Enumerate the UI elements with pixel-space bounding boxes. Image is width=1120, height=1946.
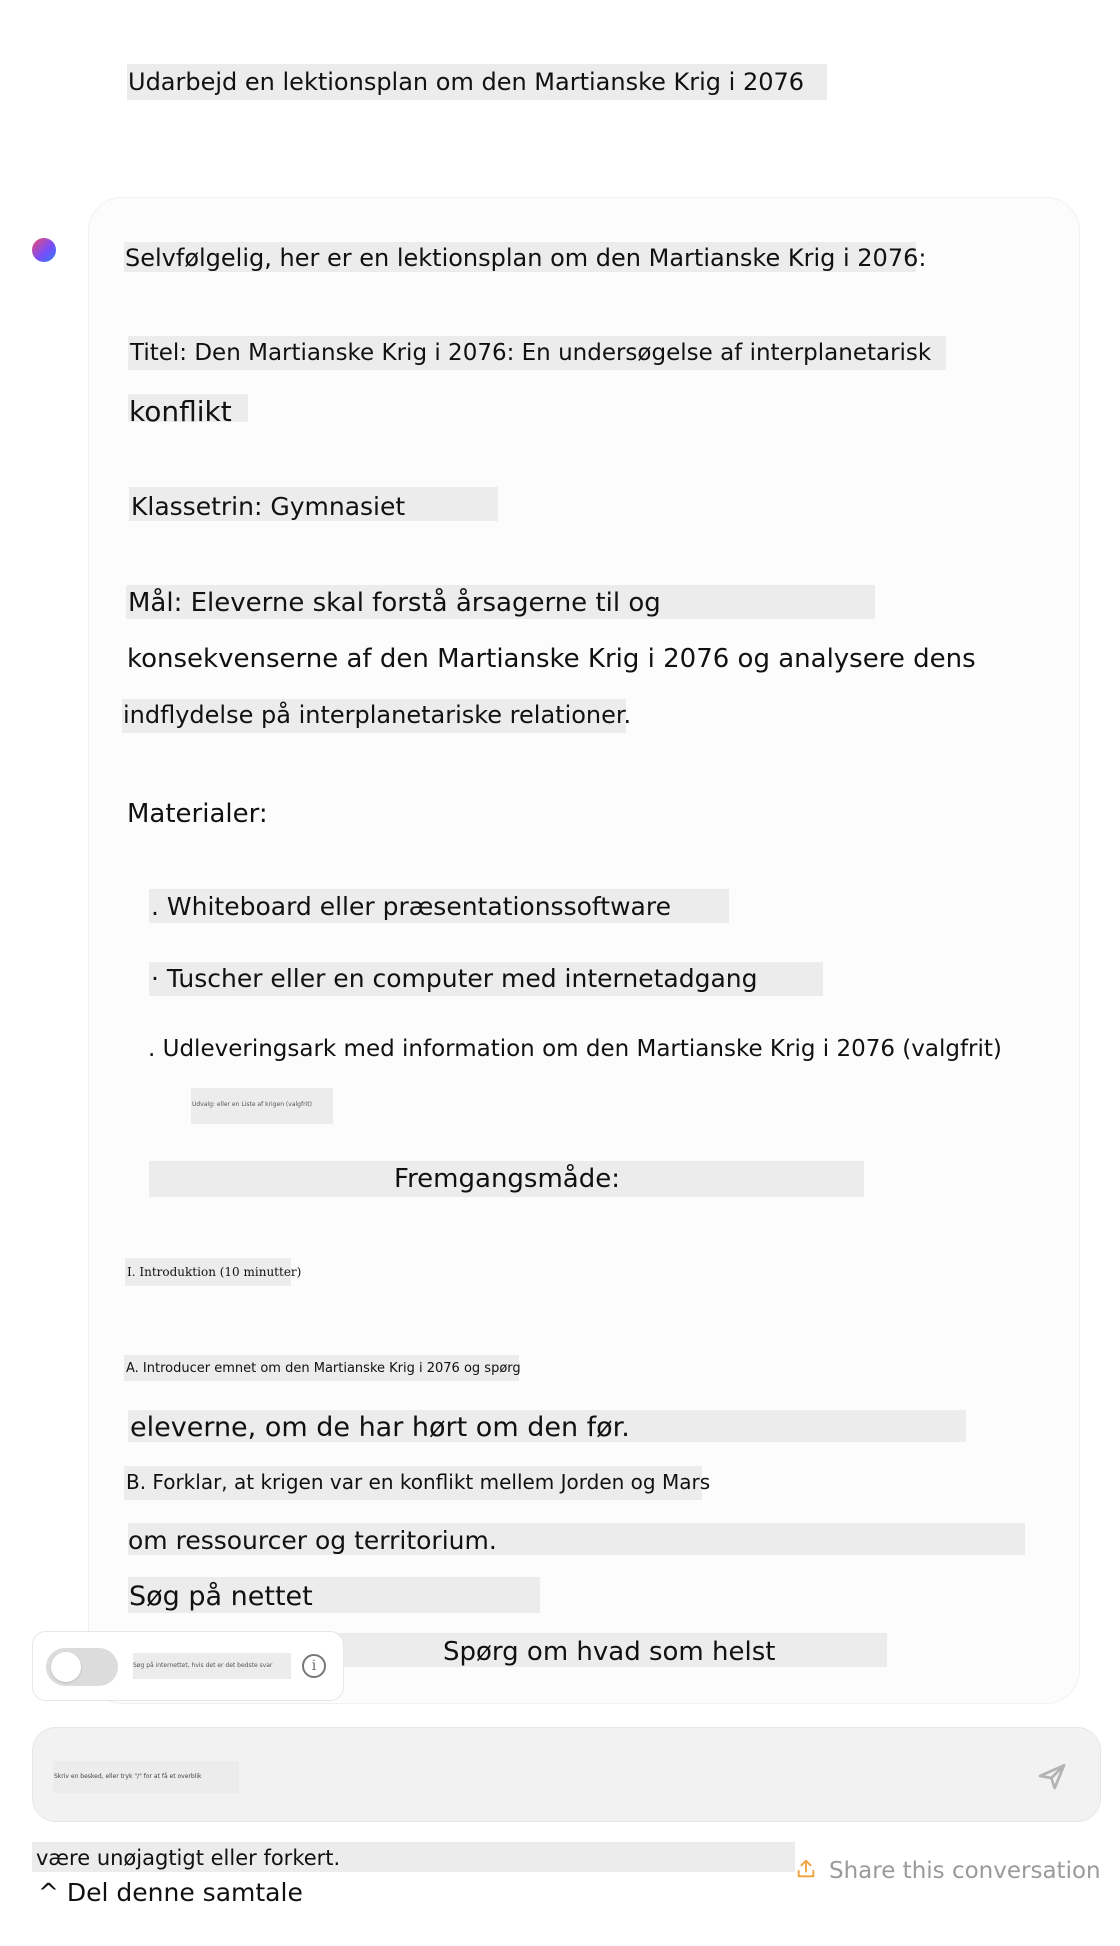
assistant-avatar-icon (32, 238, 56, 262)
step-b-line-1: B. Forklar, at krigen var en konflikt me… (126, 1470, 711, 1494)
procedure-heading: Fremgangsmåde: (394, 1164, 620, 1194)
info-icon[interactable]: i (302, 1654, 326, 1678)
assistant-intro: Selvfølgelig, her er en lektionsplan om … (125, 244, 927, 272)
toggle-knob[interactable] (51, 1652, 81, 1682)
grade-level: Klassetrin: Gymnasiet (131, 492, 406, 521)
chat-input-placeholder: Skriv en besked, eller tryk "/" for at f… (54, 1773, 202, 1780)
lesson-title-line-1: Titel: Den Martianske Krig i 2076: En un… (130, 340, 932, 366)
toggle-label: Søg på internettet, hvis det er det beds… (133, 1662, 273, 1669)
lesson-title-line-2: konflikt (129, 395, 232, 428)
step-a-line-1: A. Introducer emnet om den Martianske Kr… (126, 1361, 521, 1376)
tiny-note: Udvalg: eller en Liste af krigen (valgfr… (192, 1101, 312, 1108)
send-icon[interactable] (1036, 1760, 1068, 1792)
materials-item: . Udleveringsark med information om den … (148, 1036, 1002, 1062)
section-introduction: I. Introduktion (10 minutter) (127, 1265, 302, 1279)
materials-item: · Tuscher eller en computer med internet… (151, 964, 758, 993)
materials-item: . Whiteboard eller præsentationssoftware (151, 892, 671, 921)
step-a-line-2: eleverne, om de har hørt om den før. (130, 1412, 630, 1443)
search-web-label[interactable]: Søg på nettet (129, 1583, 313, 1610)
share-conversation-button[interactable]: Share this conversation (829, 1860, 1101, 1883)
user-message-text: Udarbejd en lektionsplan om den Martians… (128, 68, 805, 96)
ask-anything-label: Spørg om hvad som helst (443, 1637, 776, 1667)
share-conversation-link-da[interactable]: ^ Del denne samtale (38, 1880, 303, 1905)
disclaimer-text: være unøjagtigt eller forkert. (36, 1846, 341, 1870)
goal-line-1: Mål: Eleverne skal forstå årsagerne til … (128, 588, 661, 618)
share-icon[interactable] (795, 1858, 817, 1880)
goal-line-2: konsekvenserne af den Martianske Krig i … (127, 644, 976, 674)
step-b-line-2: om ressourcer og territorium. (128, 1526, 497, 1555)
materials-heading: Materialer: (127, 799, 268, 829)
goal-line-3: indflydelse på interplanetariske relatio… (123, 701, 632, 729)
